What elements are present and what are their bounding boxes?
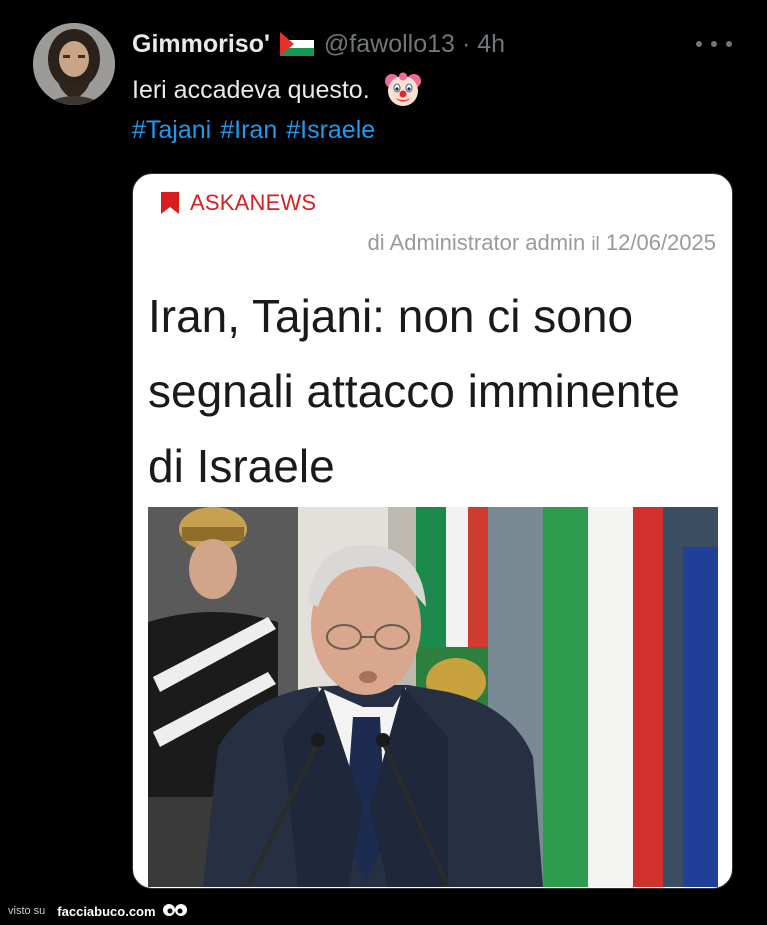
article-photo — [148, 507, 718, 887]
watermark-prefix: visto su — [8, 905, 46, 917]
avatar-image — [33, 23, 115, 105]
article-headline: Iran, Tajani: non ci sono segnali attacc… — [148, 290, 680, 492]
byline-author: di Administrator admin — [367, 230, 586, 255]
hashtag-link[interactable]: #Tajani — [132, 116, 211, 145]
embedded-image-card[interactable]: ASKANEWS di Administrator admin il 12/06… — [132, 173, 733, 889]
watermark-brand[interactable]: facciabuco.com — [57, 904, 155, 919]
bookmark-icon — [161, 192, 179, 214]
byline-date: 12/06/2025 — [605, 230, 716, 255]
watermark: visto su facciabuco.com — [8, 900, 188, 922]
hashtag-link[interactable]: #Israele — [286, 116, 375, 145]
palestine-flag-icon — [279, 32, 314, 56]
more-horizontal-icon[interactable] — [696, 34, 732, 54]
tweet-text: Ieri accadeva questo. — [132, 70, 422, 110]
byline-il: il — [591, 234, 600, 255]
hashtag-link[interactable]: #Iran — [220, 116, 277, 145]
timestamp[interactable]: 4h — [477, 30, 505, 59]
news-source: ASKANEWS — [190, 190, 317, 215]
googly-eyes-icon — [162, 904, 187, 916]
user-handle[interactable]: @fawollo13 — [324, 30, 455, 59]
tweet-header: Gimmoriso' @fawollo13 · 4h — [132, 26, 505, 62]
separator-dot: · — [461, 29, 471, 58]
clown-face-icon — [384, 71, 422, 109]
display-name[interactable]: Gimmoriso' — [132, 30, 270, 59]
avatar[interactable] — [33, 23, 115, 105]
tweet-page: Gimmoriso' @fawollo13 · 4h Ieri accadeva… — [0, 0, 767, 925]
hashtags: #Tajani #Iran #Israele — [132, 112, 384, 148]
article-byline: di Administrator admin il 12/06/2025 — [368, 230, 716, 256]
tweet-text-content: Ieri accadeva questo. — [132, 75, 370, 104]
